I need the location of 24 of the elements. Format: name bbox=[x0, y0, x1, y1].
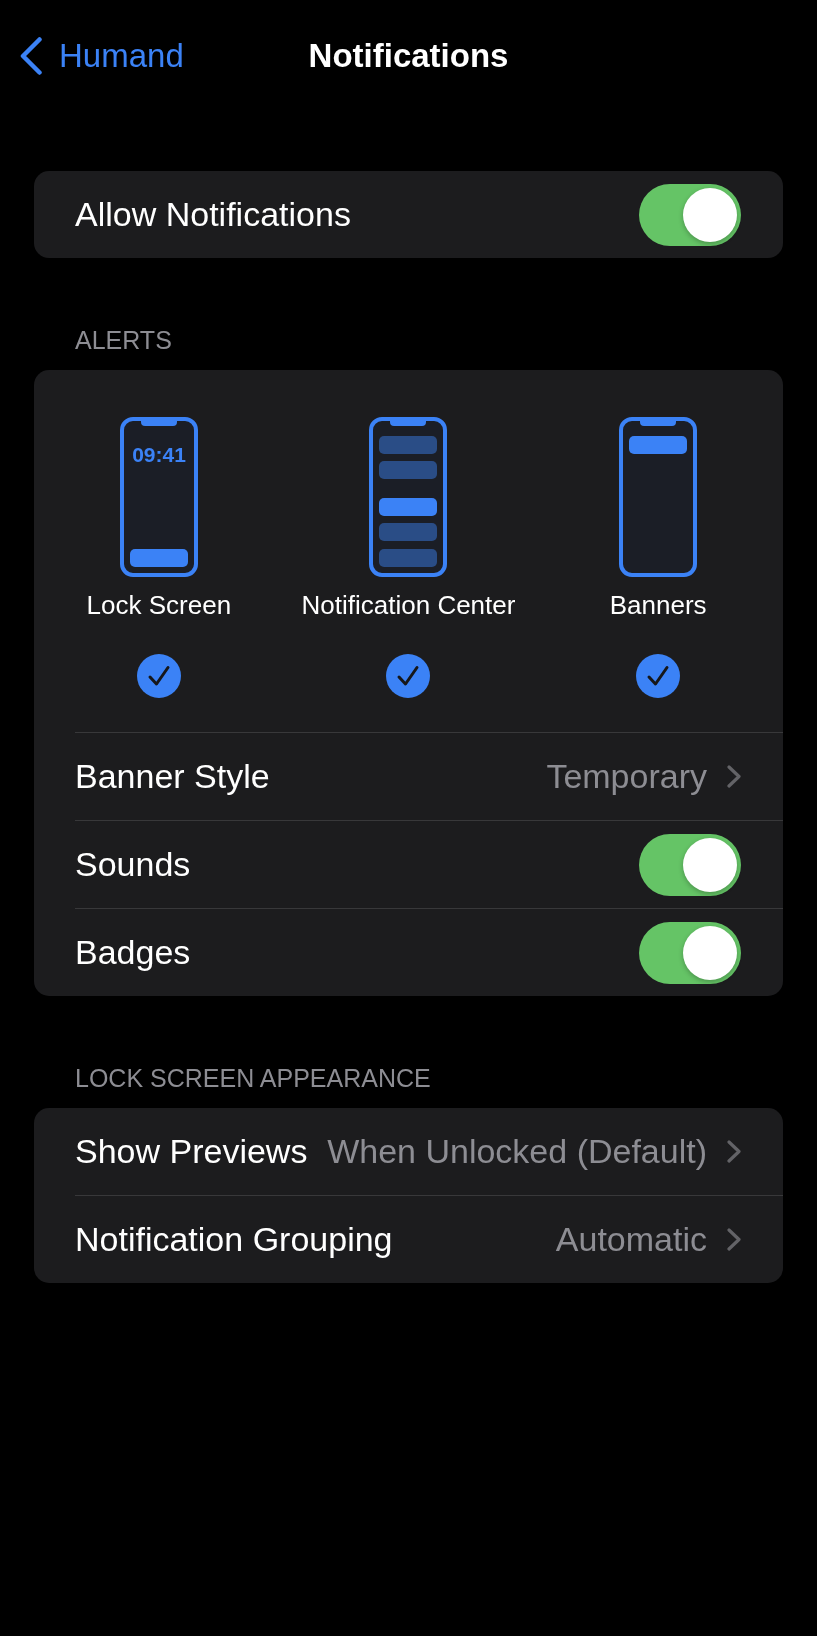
option-label: Lock Screen bbox=[86, 589, 232, 621]
clock-text: 09:41 bbox=[131, 443, 186, 466]
row-label: Badges bbox=[75, 933, 191, 972]
checkbox[interactable] bbox=[136, 654, 181, 698]
row-label: Sounds bbox=[75, 845, 191, 884]
row-label: Banner Style bbox=[75, 757, 270, 796]
checkbox[interactable] bbox=[386, 654, 431, 698]
option-label: Notification Center bbox=[301, 589, 516, 621]
option-label: Banners bbox=[609, 589, 707, 621]
back-button[interactable]: Humand bbox=[20, 37, 184, 75]
chevron-icon bbox=[727, 1140, 741, 1163]
chevron-icon bbox=[727, 765, 741, 788]
row-value[interactable]: When Unlocked (Default) bbox=[313, 1132, 707, 1171]
page-title: Notifications bbox=[308, 37, 509, 75]
row-label: Show Previews bbox=[75, 1132, 308, 1171]
checkbox[interactable] bbox=[636, 654, 681, 698]
row-value[interactable]: Temporary bbox=[532, 757, 707, 796]
chevron-icon bbox=[727, 1228, 741, 1251]
back-chevron-icon bbox=[20, 37, 42, 75]
section-header: ALERTS bbox=[75, 326, 172, 354]
section-header: LOCK SCREEN APPEARANCE bbox=[75, 1064, 431, 1092]
row-value[interactable]: Automatic bbox=[541, 1220, 707, 1259]
row-label: Allow Notifications bbox=[75, 195, 351, 234]
row-label: Notification Grouping bbox=[75, 1220, 393, 1259]
